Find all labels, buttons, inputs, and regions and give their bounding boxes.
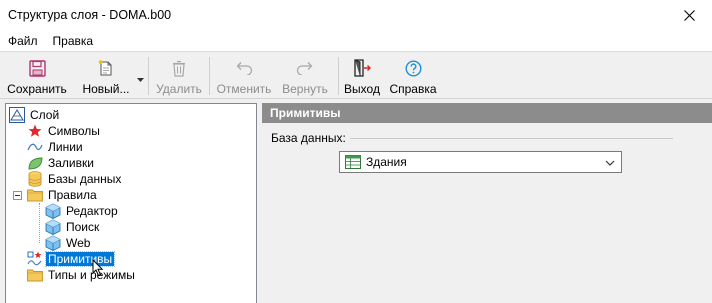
database-icon <box>27 171 43 187</box>
panel-header: Примитивы <box>262 103 712 123</box>
database-select-value: Здания <box>366 155 407 169</box>
tree-label: Базы данных <box>48 172 122 186</box>
delete-button[interactable]: Удалить <box>152 52 206 99</box>
tree-node-rules[interactable]: Правила <box>27 187 99 203</box>
save-button[interactable]: Сохранить <box>5 52 69 99</box>
tree-node-fills[interactable]: Заливки <box>27 155 96 171</box>
floppy-save-icon <box>28 59 46 77</box>
mouse-cursor <box>92 258 104 280</box>
toolbar-separator <box>338 57 339 95</box>
redo-button[interactable]: Вернуть <box>276 52 334 99</box>
exit-label: Выход <box>344 82 380 96</box>
tree-label: Слой <box>30 108 60 122</box>
close-button[interactable] <box>666 0 712 30</box>
help-label: Справка <box>389 82 437 96</box>
cube-icon <box>45 235 61 251</box>
title-bar: Структура слоя - DOMA.b00 <box>0 0 712 30</box>
cube-icon <box>45 203 61 219</box>
app-window: Структура слоя - DOMA.b00 Файл Правка Со… <box>0 0 712 303</box>
tree-label: Правила <box>48 188 97 202</box>
line-icon <box>27 139 43 155</box>
toolbar-separator <box>148 57 149 95</box>
tree-label: Редактор <box>66 204 118 218</box>
trash-icon <box>173 60 185 77</box>
undo-label: Отменить <box>216 82 272 96</box>
exit-door-icon <box>354 59 371 77</box>
tree-node-search[interactable]: Поиск <box>45 219 101 235</box>
tree-label: Поиск <box>66 220 100 234</box>
tree-node-databases[interactable]: Базы данных <box>27 171 123 187</box>
table-icon <box>345 154 361 170</box>
folder-icon <box>27 187 43 203</box>
chevron-down-icon <box>605 157 615 171</box>
tree-label: Линии <box>48 140 83 154</box>
tree-connector <box>39 203 40 243</box>
save-label: Сохранить <box>7 82 67 96</box>
exit-button[interactable]: Выход <box>341 52 383 99</box>
close-icon <box>683 9 695 21</box>
folder-icon <box>27 267 43 283</box>
tree-node-web[interactable]: Web <box>45 235 92 251</box>
menu-file[interactable]: Файл <box>0 34 45 48</box>
properties-panel: Примитивы База данных: Здания <box>262 103 712 303</box>
toolbar-separator <box>209 57 210 95</box>
new-dropdown-button[interactable] <box>137 72 144 82</box>
toolbar: Сохранить Новый... Удалить Отменить Верн… <box>0 51 712 99</box>
database-select[interactable]: Здания <box>339 151 622 173</box>
delete-label: Удалить <box>156 82 202 96</box>
primitives-icon <box>27 251 43 267</box>
undo-button[interactable]: Отменить <box>214 52 274 99</box>
tree-node-lines[interactable]: Линии <box>27 139 85 155</box>
undo-icon <box>236 62 253 75</box>
tree-label: Web <box>66 236 91 250</box>
menu-bar: Файл Правка <box>0 30 712 51</box>
fill-leaf-icon <box>27 155 43 171</box>
chevron-down-icon <box>137 78 144 82</box>
layer-icon <box>9 107 25 123</box>
help-circle-icon <box>404 59 422 77</box>
menu-edit[interactable]: Правка <box>45 34 101 48</box>
arrow-cursor-icon <box>92 258 104 277</box>
redo-label: Вернуть <box>282 82 328 96</box>
tree-label: Символы <box>48 124 100 138</box>
tree-node-types-modes[interactable]: Типы и режимы <box>27 267 137 283</box>
new-label: Новый... <box>82 82 130 96</box>
layer-tree[interactable]: Слой Символы Линии Заливки Базы данных П… <box>5 103 257 303</box>
redo-icon <box>296 62 313 75</box>
cube-icon <box>45 219 61 235</box>
database-label: База данных: <box>271 131 346 145</box>
group-divider <box>350 138 673 139</box>
new-button[interactable]: Новый... <box>78 52 134 99</box>
star-icon <box>27 123 43 139</box>
collapse-toggle[interactable] <box>13 191 22 200</box>
tree-node-editor[interactable]: Редактор <box>45 203 120 219</box>
new-document-icon <box>98 60 112 76</box>
tree-node-symbols[interactable]: Символы <box>27 123 102 139</box>
help-button[interactable]: Справка <box>386 52 440 99</box>
window-title: Структура слоя - DOMA.b00 <box>8 8 172 22</box>
tree-node-layer[interactable]: Слой <box>9 107 61 123</box>
tree-label: Заливки <box>48 156 94 170</box>
